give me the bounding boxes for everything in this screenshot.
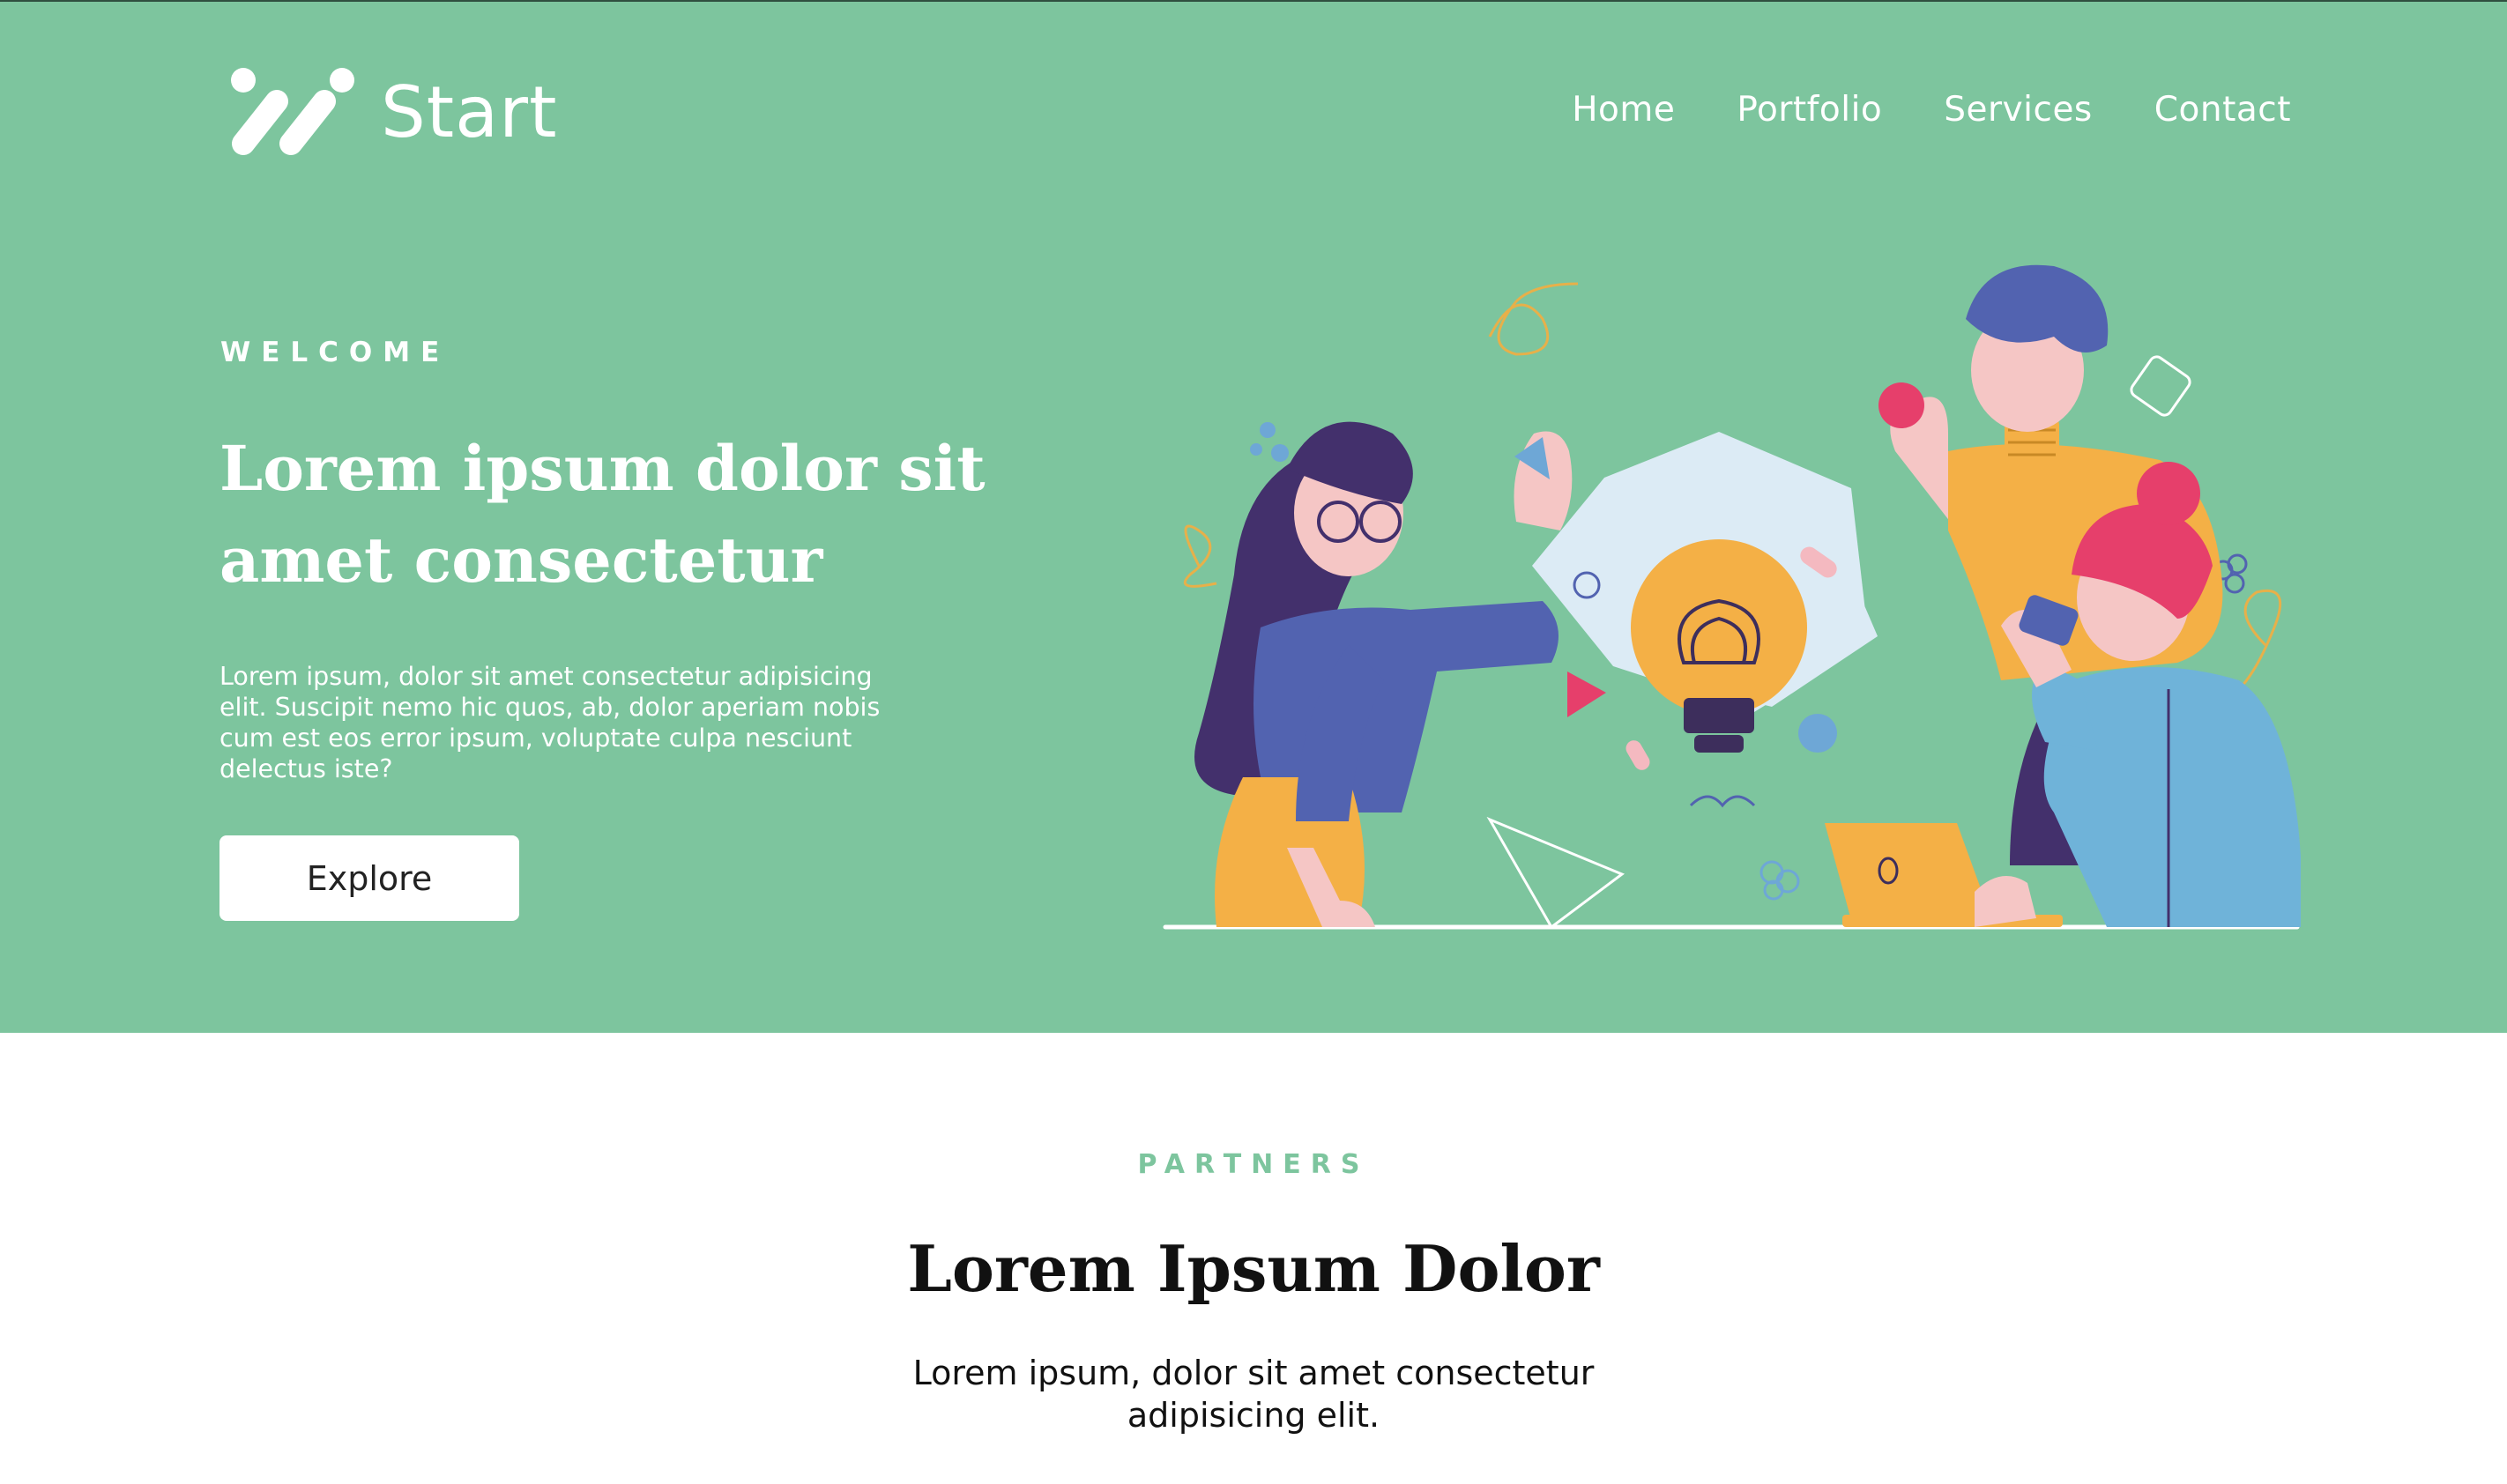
hero-title: Lorem ipsum dolor sit amet consectetur bbox=[219, 432, 986, 597]
partners-description: Lorem ipsum, dolor sit amet consectetur … bbox=[912, 1354, 1595, 1435]
hero-description: Lorem ipsum, dolor sit amet consectetur … bbox=[219, 662, 881, 783]
main-nav: Home Portfolio Services Contact bbox=[1572, 90, 2291, 130]
nav-home[interactable]: Home bbox=[1572, 90, 1675, 130]
team-brainstorm-illustration bbox=[1163, 264, 2301, 930]
nav-contact[interactable]: Contact bbox=[2154, 90, 2291, 130]
hero-eyebrow: WELCOME bbox=[220, 337, 450, 368]
nav-portfolio[interactable]: Portfolio bbox=[1737, 90, 1882, 130]
explore-button[interactable]: Explore bbox=[219, 835, 519, 921]
hero-section: Start Home Portfolio Services Contact WE… bbox=[0, 2, 2507, 1033]
partners-eyebrow: PARTNERS bbox=[1137, 1149, 1370, 1180]
brand-slashes-icon bbox=[231, 68, 354, 155]
partners-title: Lorem Ipsum Dolor bbox=[907, 1231, 1600, 1306]
logo-text: Start bbox=[381, 71, 558, 153]
nav-services[interactable]: Services bbox=[1944, 90, 2092, 130]
logo[interactable]: Start bbox=[226, 68, 558, 157]
